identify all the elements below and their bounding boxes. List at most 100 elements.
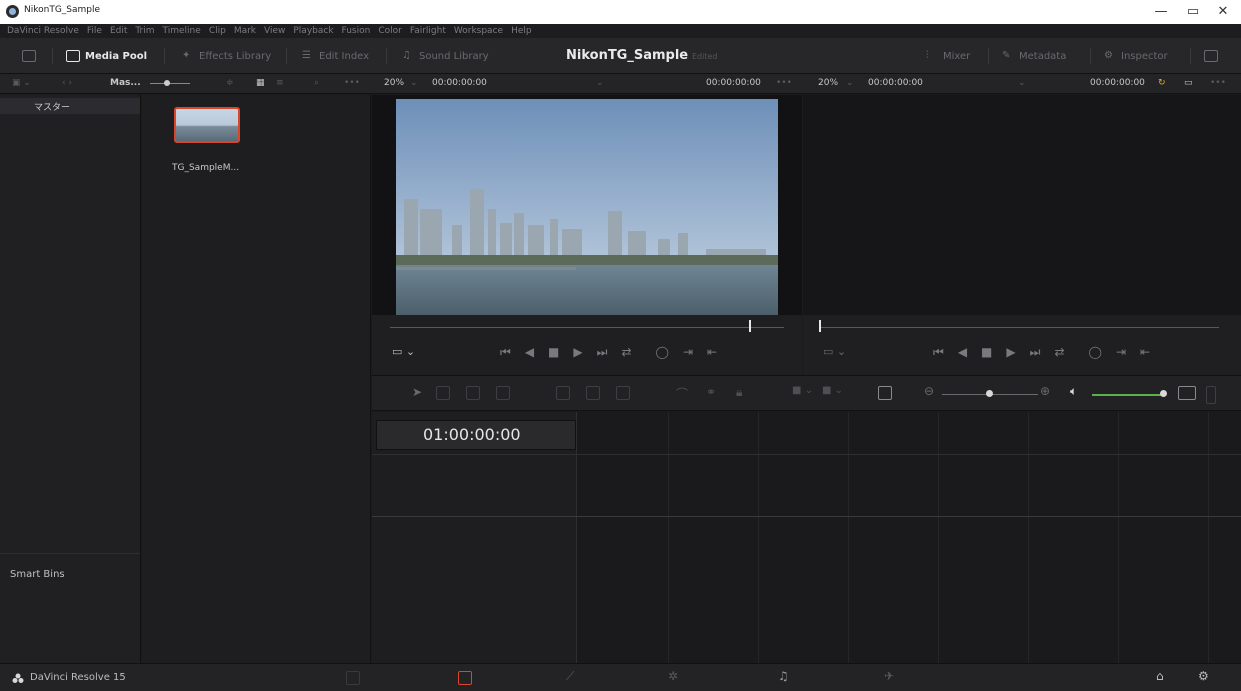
chevron-down-icon[interactable]: ⌄	[410, 78, 418, 88]
lock-icon[interactable]: 🔒︎	[736, 385, 742, 400]
timeline-playhead[interactable]	[819, 320, 821, 332]
minimize-button[interactable]: —	[1146, 3, 1176, 21]
source-zoom-level[interactable]: 20%	[384, 78, 404, 88]
speaker-icon[interactable]: 🔈︎	[1070, 384, 1077, 399]
menu-workspace[interactable]: Workspace	[450, 24, 507, 38]
loop-icon[interactable]: ⇄	[1054, 345, 1064, 360]
source-scrubber[interactable]	[390, 327, 784, 328]
play-reverse-icon[interactable]: ◀	[958, 345, 967, 360]
thumbnail-size-knob[interactable]	[164, 80, 170, 86]
chevron-down-icon[interactable]: ⌄	[846, 78, 854, 88]
zoom-in-icon[interactable]: ⊕	[1040, 384, 1050, 398]
timeline-panel[interactable]: 01:00:00:00	[372, 412, 1241, 663]
bin-path[interactable]: Mas...	[110, 78, 141, 88]
fairlight-page-icon[interactable]: ♫	[778, 669, 789, 683]
source-viewer[interactable]	[372, 95, 802, 315]
menu-fusion[interactable]: Fusion	[338, 24, 375, 38]
search-icon[interactable]: ⌕	[314, 78, 319, 88]
clip-name[interactable]: TG_SampleM...	[172, 163, 239, 173]
timeline-scrubber[interactable]	[819, 327, 1219, 328]
timeline-view-options-icon[interactable]	[878, 386, 892, 400]
zoom-out-icon[interactable]: ⊖	[924, 384, 934, 398]
link-icon[interactable]: ⚭	[706, 385, 716, 399]
stop-icon[interactable]: ■	[548, 345, 559, 360]
more-options-icon[interactable]: •••	[776, 78, 792, 88]
match-frame-icon[interactable]: ◯	[1089, 345, 1102, 360]
dynamic-trim-icon[interactable]	[466, 386, 480, 400]
dim-button-icon[interactable]	[1178, 386, 1196, 400]
sync-icon[interactable]: ↻	[1158, 78, 1166, 88]
insert-clip-icon[interactable]	[556, 386, 570, 400]
play-icon[interactable]: ▶	[1006, 345, 1015, 360]
replace-clip-icon[interactable]	[616, 386, 630, 400]
match-frame-icon[interactable]: ◯	[656, 345, 669, 360]
chevron-down-icon[interactable]: ⌄	[596, 78, 604, 88]
home-icon[interactable]: ⌂	[1156, 669, 1164, 683]
edit-index-button[interactable]: ☰ Edit Index	[302, 46, 369, 66]
marker-dropdown-icon[interactable]: ■ ⌄	[822, 385, 843, 396]
maximize-button[interactable]: ▭	[1178, 3, 1208, 21]
menu-file[interactable]: File	[83, 24, 106, 38]
menu-playback[interactable]: Playback	[289, 24, 337, 38]
thumbnail-size-slider[interactable]	[150, 83, 190, 84]
menu-view[interactable]: View	[260, 24, 289, 38]
grid-view-icon[interactable]: ▦	[256, 78, 265, 88]
selection-tool-icon[interactable]: ➤	[412, 385, 422, 399]
record-zoom-level[interactable]: 20%	[818, 78, 838, 88]
jump-to-start-icon[interactable]: ⏮	[933, 345, 944, 360]
volume-knob[interactable]	[1160, 390, 1167, 397]
mark-in-icon[interactable]: ⇥	[1116, 345, 1126, 360]
deliver-page-icon[interactable]: ✈	[884, 669, 894, 683]
smart-bins-label[interactable]: Smart Bins	[10, 569, 65, 580]
blade-tool-icon[interactable]	[496, 386, 510, 400]
menu-color[interactable]: Color	[374, 24, 406, 38]
sound-library-button[interactable]: ♫ Sound Library	[402, 46, 489, 66]
timeline-viewer[interactable]	[803, 95, 1241, 315]
mark-out-icon[interactable]: ⇤	[1140, 345, 1150, 360]
edit-page-icon[interactable]	[458, 671, 472, 685]
more-options-icon[interactable]: •••	[344, 78, 360, 88]
fusion-page-icon[interactable]: ⟋	[566, 669, 574, 684]
list-view-icon[interactable]: ≡	[276, 78, 284, 88]
zoom-slider-knob[interactable]	[986, 390, 993, 397]
menu-mark[interactable]: Mark	[230, 24, 260, 38]
media-pool-button[interactable]: Media Pool	[66, 46, 147, 66]
mark-in-icon[interactable]: ⇥	[683, 345, 693, 360]
jump-to-end-icon[interactable]: ⏭	[597, 345, 608, 360]
volume-slider[interactable]	[1092, 394, 1162, 396]
flag-dropdown-icon[interactable]: ■ ⌄	[792, 385, 813, 396]
close-button[interactable]: ✕	[1208, 3, 1238, 21]
overwrite-clip-icon[interactable]	[586, 386, 600, 400]
color-page-icon[interactable]: ✲	[668, 669, 678, 683]
viewer-options-icon[interactable]: ▭ ⌄	[823, 345, 846, 358]
mixer-button[interactable]: ⫶ Mixer	[926, 46, 970, 66]
jump-to-end-icon[interactable]: ⏭	[1030, 345, 1041, 360]
chevron-down-icon[interactable]: ⌄	[1018, 78, 1026, 88]
snapping-icon[interactable]: ⌒	[676, 385, 688, 402]
play-reverse-icon[interactable]: ◀	[525, 345, 534, 360]
source-playhead[interactable]	[748, 320, 751, 332]
sort-icon[interactable]: ≑	[226, 78, 234, 88]
play-icon[interactable]: ▶	[573, 345, 582, 360]
menu-trim[interactable]: Trim	[131, 24, 158, 38]
viewer-options-icon[interactable]: ▭ ⌄	[392, 345, 415, 358]
menu-clip[interactable]: Clip	[205, 24, 230, 38]
media-page-icon[interactable]	[346, 671, 360, 685]
menu-fairlight[interactable]: Fairlight	[406, 24, 450, 38]
metadata-button[interactable]: ✎ Metadata	[1002, 46, 1066, 66]
master-bin[interactable]: マスター	[0, 98, 140, 114]
expand-button[interactable]	[1204, 46, 1218, 66]
loop-icon[interactable]: ⇄	[621, 345, 631, 360]
nav-arrows-icon[interactable]: ‹ ›	[62, 78, 72, 88]
menu-help[interactable]: Help	[507, 24, 536, 38]
effects-library-button[interactable]: ✦ Effects Library	[182, 46, 271, 66]
viewer-mode-icon[interactable]: ▭	[1184, 78, 1193, 88]
menu-edit[interactable]: Edit	[106, 24, 131, 38]
inspector-button[interactable]: ⚙ Inspector	[1104, 46, 1168, 66]
more-options-icon[interactable]: •••	[1210, 78, 1226, 88]
bin-list-toggle-icon[interactable]: ▣ ⌄	[12, 78, 31, 88]
stop-icon[interactable]: ■	[981, 345, 992, 360]
settings-gear-icon[interactable]: ⚙	[1198, 669, 1209, 683]
panel-toggle-button[interactable]	[22, 46, 36, 66]
menu-timeline[interactable]: Timeline	[159, 24, 205, 38]
